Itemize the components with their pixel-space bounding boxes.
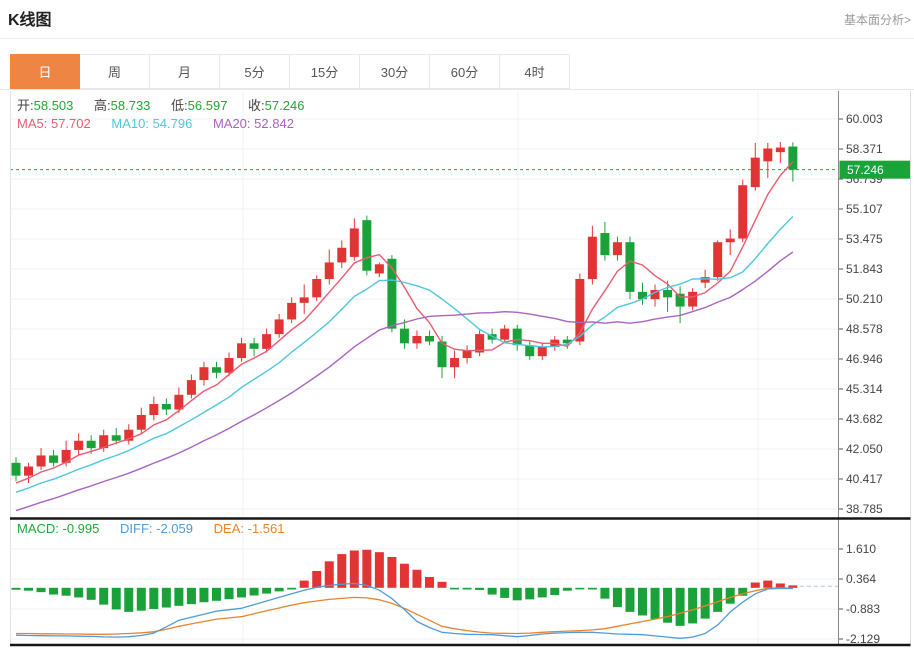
svg-text:58.371: 58.371 xyxy=(846,142,883,156)
tab-30min[interactable]: 30分 xyxy=(360,54,430,89)
high-label: 高: xyxy=(94,98,111,113)
low-label: 低: xyxy=(171,98,188,113)
current-price-tag: 57.246 xyxy=(847,163,884,177)
period-tabs: 日 周 月 5分 15分 30分 60分 4时 xyxy=(0,54,914,90)
svg-text:40.417: 40.417 xyxy=(846,472,883,486)
svg-text:51.843: 51.843 xyxy=(846,262,883,276)
svg-text:48.578: 48.578 xyxy=(846,322,883,336)
svg-text:46.946: 46.946 xyxy=(846,352,883,366)
diff-label: DIFF: xyxy=(120,521,153,536)
tab-5min[interactable]: 5分 xyxy=(220,54,290,89)
svg-text:50.210: 50.210 xyxy=(846,292,883,306)
ma10-value: 54.796 xyxy=(153,116,193,131)
ohlc-info: 开:58.503 高:58.733 低:56.597 收:57.246 xyxy=(17,95,321,114)
open-value: 58.503 xyxy=(34,98,74,113)
open-label: 开: xyxy=(17,98,34,113)
dea-label: DEA: xyxy=(214,521,244,536)
tab-15min[interactable]: 15分 xyxy=(290,54,360,89)
tab-month[interactable]: 月 xyxy=(150,54,220,89)
svg-text:0.364: 0.364 xyxy=(846,572,876,586)
ma20-value: 52.842 xyxy=(254,116,294,131)
ma10-label: MA10: xyxy=(111,116,149,131)
kline-macd-chart[interactable]: 60.00358.37156.73955.10753.47551.84350.2… xyxy=(0,90,914,652)
close-label: 收: xyxy=(248,98,265,113)
macd-value: -0.995 xyxy=(63,521,100,536)
tab-60min[interactable]: 60分 xyxy=(430,54,500,89)
ma5-value: 57.702 xyxy=(51,116,91,131)
svg-text:55.107: 55.107 xyxy=(846,202,883,216)
dea-value: -1.561 xyxy=(248,521,285,536)
ma5-label: MA5: xyxy=(17,116,47,131)
ma-info: MA5: 57.702 MA10: 54.796 MA20: 52.842 xyxy=(17,116,294,131)
svg-text:38.785: 38.785 xyxy=(846,502,883,516)
high-value: 58.733 xyxy=(111,98,151,113)
svg-text:43.682: 43.682 xyxy=(846,412,883,426)
ma20-label: MA20: xyxy=(213,116,251,131)
fundamental-analysis-link[interactable]: 基本面分析> xyxy=(844,11,911,28)
macd-label: MACD: xyxy=(17,521,59,536)
svg-text:1.610: 1.610 xyxy=(846,542,876,556)
chart-area: 60.00358.37156.73955.10753.47551.84350.2… xyxy=(0,90,914,652)
page-title: K线图 xyxy=(8,6,52,30)
diff-value: -2.059 xyxy=(156,521,193,536)
macd-info: MACD: -0.995 DIFF: -2.059 DEA: -1.561 xyxy=(17,521,284,536)
svg-text:60.003: 60.003 xyxy=(846,112,883,126)
svg-text:-0.883: -0.883 xyxy=(846,602,880,616)
close-value: 57.246 xyxy=(265,98,305,113)
svg-text:53.475: 53.475 xyxy=(846,232,883,246)
tab-week[interactable]: 周 xyxy=(80,54,150,89)
title-divider xyxy=(0,38,914,39)
svg-text:45.314: 45.314 xyxy=(846,382,883,396)
svg-text:42.050: 42.050 xyxy=(846,442,883,456)
low-value: 56.597 xyxy=(188,98,228,113)
tab-day[interactable]: 日 xyxy=(10,54,80,89)
tab-4hour[interactable]: 4时 xyxy=(500,54,570,89)
